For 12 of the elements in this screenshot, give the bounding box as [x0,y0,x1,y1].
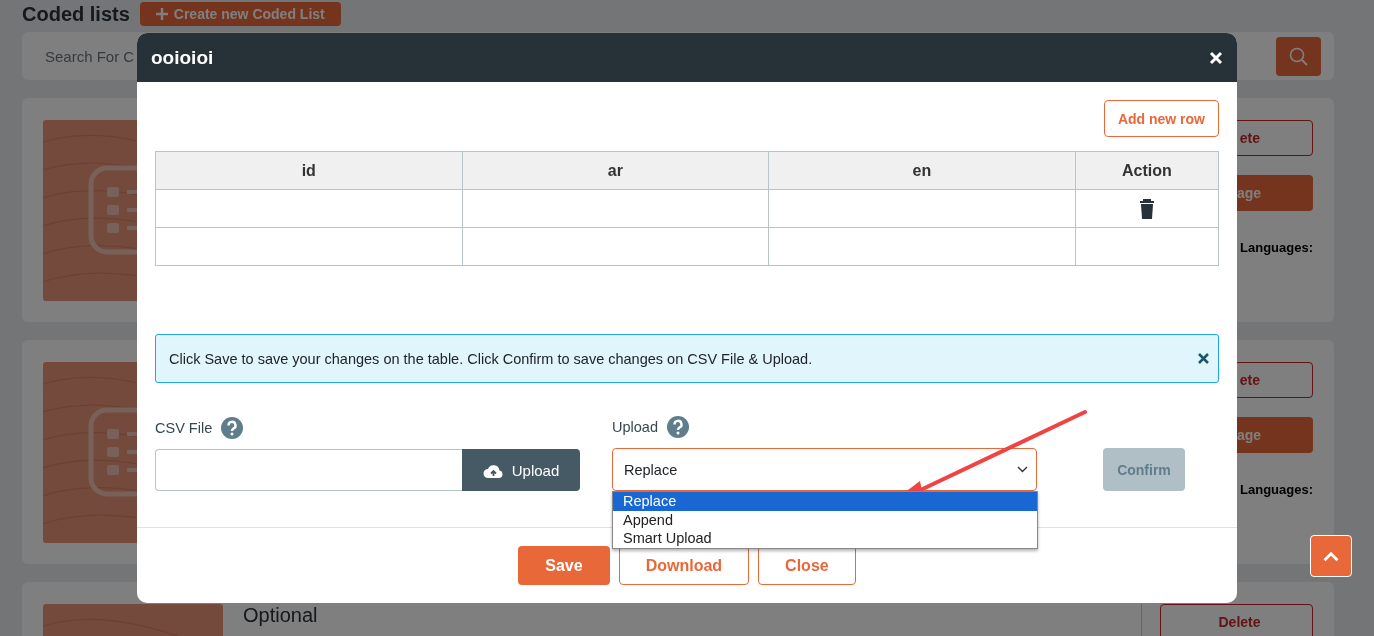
alert-message: Click Save to save your changes on the table. Click Confirm to save changes on CSV File & Upload. [169,350,813,367]
languages-label: Languages: [1240,240,1313,255]
field-label: CSV File [155,420,213,436]
languages-label: Languages: [1240,482,1313,497]
column-header: ar [462,151,769,190]
card-title: Optional [243,604,318,626]
column-header: en [768,151,1076,190]
modal-title: ooioioi [151,46,214,69]
field-label: Upload [612,419,658,435]
column-header: id [155,151,463,190]
column-header: Action [1075,151,1219,190]
page-title: Coded lists [22,2,130,26]
